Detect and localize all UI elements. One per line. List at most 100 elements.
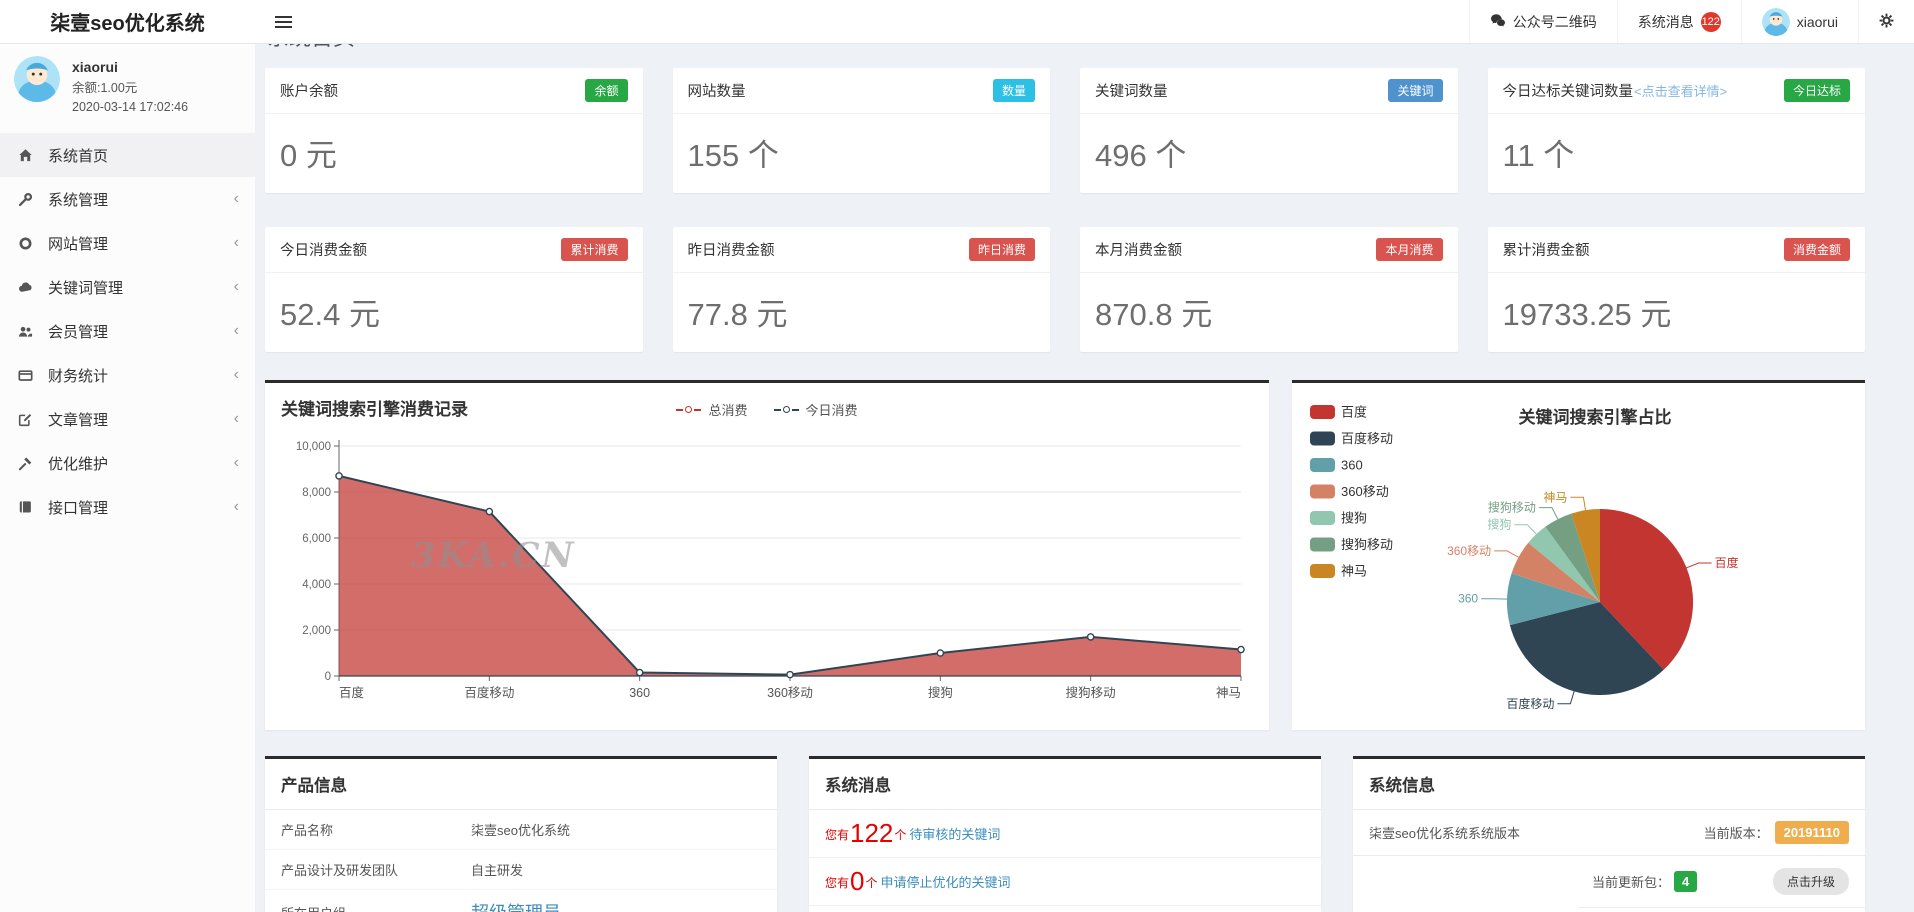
- svg-text:百度: 百度: [339, 685, 365, 700]
- svg-text:2,000: 2,000: [302, 625, 331, 637]
- avatar: [1762, 8, 1790, 36]
- stat-card-badge: 昨日消费: [969, 238, 1035, 261]
- engine-pie-panel: 关键词搜索引擎占比百度百度移动360360移动搜狗搜狗移动神马百度百度移动360…: [1292, 380, 1865, 730]
- message-row: 您有0个: [809, 906, 1321, 912]
- message-count: 122: [849, 820, 894, 846]
- stat-card-value: 870.8 元: [1080, 273, 1458, 352]
- globe-icon: [18, 236, 35, 251]
- stat-card-label: 昨日消费金额: [688, 239, 775, 260]
- pie-legend-item-搜狗移动[interactable]: 搜狗移动: [1310, 537, 1393, 552]
- version-badge: 20191110: [1775, 821, 1849, 844]
- pie-label-百度移动: 百度移动: [1506, 696, 1554, 709]
- panel-title: 系统消息: [809, 759, 1321, 810]
- product-info-panel: 产品信息 产品名称柒壹seo优化系统产品设计及研发团队自主研发所在用户组超级管理…: [265, 756, 777, 912]
- sidebar-item-label: 关键词管理: [48, 277, 123, 298]
- user-balance: 余额:1.00元: [72, 79, 188, 98]
- pie-legend-item-百度移动[interactable]: 百度移动: [1310, 431, 1393, 446]
- sidebar-item-财务统计[interactable]: 财务统计 ‹: [0, 353, 255, 397]
- message-prefix: 您有: [825, 874, 849, 894]
- system-info-panel: 系统信息 柒壹seo优化系统系统版本 当前版本： 20191110 当前更新包：…: [1353, 756, 1865, 912]
- sidebar-item-系统管理[interactable]: 系统管理‹: [0, 177, 255, 221]
- settings-menu-item[interactable]: [1858, 0, 1914, 43]
- svg-text:搜狗: 搜狗: [1341, 511, 1367, 526]
- stat-card-账户余额: 账户余额余额0 元: [265, 68, 643, 193]
- sidebar-item-会员管理[interactable]: 会员管理‹: [0, 309, 255, 353]
- stat-card-badge: 今日达标: [1784, 79, 1850, 102]
- sidebar-item-label: 文章管理: [48, 409, 108, 430]
- product-row-产品设计及研发团队: 产品设计及研发团队自主研发: [265, 850, 777, 890]
- pie-legend-item-360[interactable]: 360: [1310, 458, 1363, 473]
- sidebar-item-关键词管理[interactable]: 关键词管理‹: [0, 265, 255, 309]
- pie-label-360移动: 360移动: [1447, 544, 1491, 558]
- user-menu-item[interactable]: xiaorui: [1741, 0, 1858, 43]
- chart-legend: 总消费 今日消费: [265, 400, 1269, 419]
- book-icon: [18, 500, 35, 515]
- panel-title: 产品信息: [265, 759, 777, 810]
- pie-legend-item-百度[interactable]: 百度: [1310, 405, 1367, 420]
- svg-text:搜狗: 搜狗: [928, 685, 953, 700]
- panel-title: 系统信息: [1353, 759, 1865, 810]
- stat-card-本月消费金额: 本月消费金额本月消费870.8 元: [1080, 227, 1458, 352]
- wrench-icon: [18, 192, 35, 207]
- stat-card-关键词数量: 关键词数量关键词496 个: [1080, 68, 1458, 193]
- stat-card-badge: 余额: [585, 79, 627, 102]
- product-row-label: 产品设计及研发团队: [281, 860, 471, 879]
- legend-item-今日消费[interactable]: 今日消费: [774, 400, 858, 419]
- pie-legend-item-神马[interactable]: 神马: [1310, 564, 1367, 579]
- sidebar-item-优化维护[interactable]: 优化维护‹: [0, 441, 255, 485]
- pie-label-百度: 百度: [1715, 555, 1739, 570]
- stat-card-value: 0 元: [265, 114, 643, 193]
- product-row-所在用户组: 所在用户组超级管理员: [265, 890, 777, 912]
- pie-label-360: 360: [1458, 592, 1478, 606]
- stat-cards-grid: 账户余额余额0 元网站数量数量155 个关键词数量关键词496 个今日达标关键词…: [265, 68, 1865, 352]
- pie-label-神马: 神马: [1543, 490, 1567, 504]
- sidebar-item-接口管理[interactable]: 接口管理‹: [0, 485, 255, 529]
- svg-text:6,000: 6,000: [302, 533, 331, 545]
- legend-item-总消费[interactable]: 总消费: [676, 400, 747, 419]
- sidebar-item-label: 优化维护: [48, 453, 108, 474]
- messages-label: 系统消息: [1638, 12, 1694, 32]
- svg-text:百度移动: 百度移动: [1341, 431, 1393, 446]
- system-messages-panel: 系统消息 您有122个待审核的关键词您有0个申请停止优化的关键词您有0个: [809, 756, 1321, 912]
- svg-text:360移动: 360移动: [1341, 484, 1389, 499]
- sidebar-item-系统首页[interactable]: 系统首页: [0, 133, 255, 177]
- stat-card-网站数量: 网站数量数量155 个: [673, 68, 1051, 193]
- pie-label-搜狗: 搜狗: [1487, 517, 1511, 532]
- stat-card-label: 今日消费金额: [280, 239, 367, 260]
- chevron-left-icon: ‹: [234, 367, 239, 383]
- sidebar-item-label: 财务统计: [48, 365, 108, 386]
- sidebar-item-label: 会员管理: [48, 321, 108, 342]
- product-row-value: 柒壹seo优化系统: [471, 820, 570, 839]
- sidebar-item-label: 系统首页: [48, 145, 108, 166]
- stat-card-今日消费金额: 今日消费金额累计消费52.4 元: [265, 227, 643, 352]
- stat-card-badge: 数量: [993, 79, 1035, 102]
- main-content: 系统首页 系统首页 账户余额余额0 元网站数量数量155 个关键词数量关键词49…: [255, 0, 1914, 912]
- edit-icon: [18, 412, 35, 427]
- stat-card-label: 累计消费金额: [1503, 239, 1590, 260]
- pie-legend-item-搜狗[interactable]: 搜狗: [1310, 511, 1367, 526]
- sidebar-toggle-button[interactable]: [255, 0, 311, 43]
- svg-text:关键词搜索引擎占比: 关键词搜索引擎占比: [1519, 407, 1672, 427]
- user-panel: xiaorui 余额:1.00元 2020-03-14 17:02:46: [0, 44, 255, 133]
- product-row-value[interactable]: 超级管理员: [471, 899, 561, 912]
- system-messages-menu-item[interactable]: 系统消息 122: [1617, 0, 1741, 43]
- avatar[interactable]: [14, 56, 60, 102]
- stat-card-detail-link[interactable]: <点击查看详情>: [1634, 81, 1727, 100]
- sidebar-item-网站管理[interactable]: 网站管理‹: [0, 221, 255, 265]
- qrcode-menu-item[interactable]: 公众号二维码: [1469, 0, 1617, 43]
- stat-card-昨日消费金额: 昨日消费金额昨日消费77.8 元: [673, 227, 1051, 352]
- card-icon: [18, 368, 35, 383]
- product-row-产品名称: 产品名称柒壹seo优化系统: [265, 810, 777, 850]
- upgrade-button[interactable]: 点击升级: [1773, 868, 1849, 895]
- message-link[interactable]: 申请停止优化的关键词: [881, 872, 1011, 894]
- cloud-icon: [18, 280, 35, 295]
- pie-legend-item-360移动[interactable]: 360移动: [1310, 484, 1389, 499]
- stat-card-label: 今日达标关键词数量: [1503, 80, 1634, 101]
- chevron-left-icon: ‹: [234, 191, 239, 207]
- chevron-left-icon: ‹: [234, 235, 239, 251]
- stat-card-累计消费金额: 累计消费金额消费金额19733.25 元: [1488, 227, 1866, 352]
- sidebar-item-文章管理[interactable]: 文章管理‹: [0, 397, 255, 441]
- stat-card-今日达标关键词数量: 今日达标关键词数量<点击查看详情>今日达标11 个: [1488, 68, 1866, 193]
- message-count: 0: [849, 868, 865, 894]
- message-link[interactable]: 待审核的关键词: [909, 824, 1000, 846]
